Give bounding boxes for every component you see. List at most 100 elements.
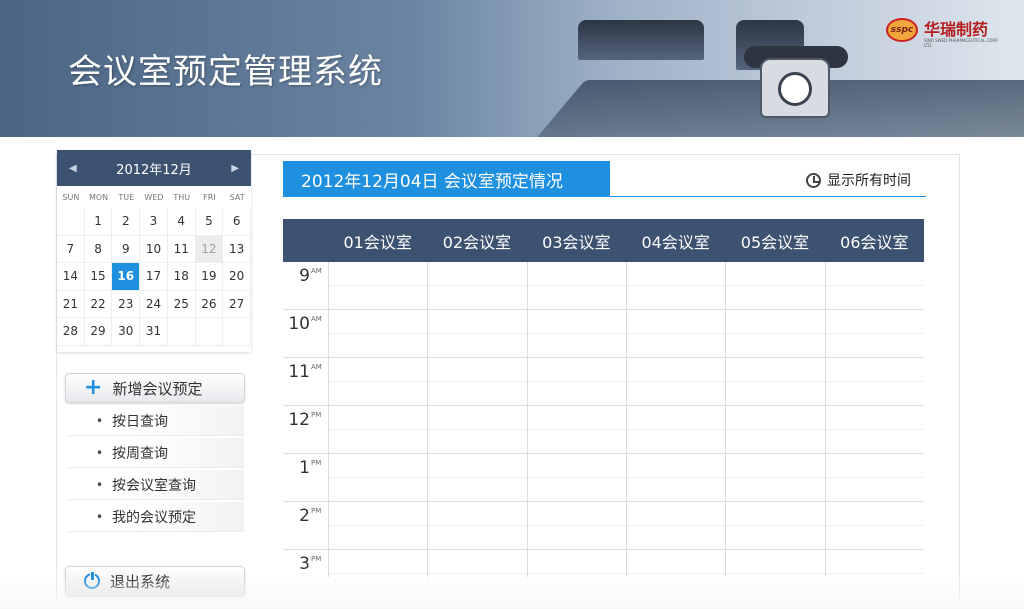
- calendar-day[interactable]: 22: [84, 290, 113, 318]
- sidebar-item-by-room[interactable]: 按会议室查询: [68, 470, 244, 500]
- calendar-day[interactable]: 1: [84, 208, 113, 236]
- calendar-day[interactable]: 8: [84, 235, 113, 263]
- calendar-day[interactable]: 16: [112, 263, 141, 291]
- booking-slot[interactable]: [626, 310, 726, 358]
- calendar-header: ◀ 2012年12月 ▶: [57, 150, 251, 186]
- phone-dial: [778, 72, 812, 106]
- calendar-day[interactable]: 17: [140, 263, 168, 291]
- calendar-day[interactable]: 9: [112, 235, 141, 263]
- calendar-day[interactable]: 23: [112, 290, 141, 318]
- calendar-day[interactable]: 5: [195, 208, 224, 236]
- calendar-day[interactable]: 14: [57, 263, 85, 291]
- sidebar-item-label: 按日查询: [112, 413, 168, 430]
- booking-slot[interactable]: [725, 262, 825, 310]
- calendar-weekdays: SUN MON TUE WED THU FRI SAT: [57, 186, 251, 208]
- next-month-icon[interactable]: ▶: [231, 163, 239, 174]
- calendar-empty-cell: [195, 318, 224, 346]
- plus-icon: +: [84, 375, 103, 400]
- new-booking-button[interactable]: + 新增会议预定: [65, 373, 245, 403]
- calendar-day[interactable]: 15: [84, 263, 113, 291]
- calendar-day[interactable]: 31: [140, 318, 168, 346]
- booking-slot[interactable]: [427, 406, 527, 454]
- booking-slot[interactable]: [824, 358, 924, 406]
- schedule-body: 9 AM 10 AM 11 AM 12 PM 1 PM 2 PM 3 PM: [283, 262, 924, 577]
- calendar-day[interactable]: 24: [140, 290, 168, 318]
- booking-slot[interactable]: [824, 262, 924, 310]
- calendar-day[interactable]: 21: [57, 290, 85, 318]
- calendar-day[interactable]: 25: [167, 290, 196, 318]
- calendar-day[interactable]: 11: [167, 235, 196, 263]
- booking-slot[interactable]: [427, 502, 527, 550]
- booking-slot[interactable]: [626, 454, 726, 502]
- booking-slot[interactable]: [427, 550, 527, 577]
- booking-slot[interactable]: [626, 502, 726, 550]
- booking-slot[interactable]: [824, 310, 924, 358]
- calendar-day[interactable]: 30: [112, 318, 141, 346]
- time-hour: 2: [299, 506, 310, 526]
- sidebar-item-by-week[interactable]: 按周查询: [68, 438, 244, 468]
- time-label-cell: 11 AM: [283, 358, 328, 406]
- calendar-day[interactable]: 28: [57, 318, 85, 346]
- calendar-day[interactable]: 4: [167, 208, 196, 236]
- calendar-day[interactable]: 7: [57, 235, 85, 263]
- time-label-cell: 9 AM: [283, 262, 328, 310]
- booking-slot[interactable]: [427, 454, 527, 502]
- booking-slot[interactable]: [328, 358, 428, 406]
- calendar-day[interactable]: 20: [223, 263, 251, 291]
- booking-slot[interactable]: [725, 406, 825, 454]
- booking-slot[interactable]: [526, 262, 627, 310]
- prev-month-icon[interactable]: ◀: [69, 163, 77, 174]
- weekday-label: MON: [88, 192, 109, 202]
- calendar-day[interactable]: 29: [84, 318, 113, 346]
- sidebar-item-by-day[interactable]: 按日查询: [68, 406, 244, 436]
- room-column-header: 04会议室: [641, 232, 710, 252]
- app-title: 会议室预定管理系统: [68, 52, 383, 92]
- booking-slot[interactable]: [328, 550, 428, 577]
- calendar-day[interactable]: 2: [112, 208, 141, 236]
- calendar-day[interactable]: 18: [167, 263, 196, 291]
- calendar-day[interactable]: 6: [223, 208, 251, 236]
- company-logo: sspc 华瑞制药 SINO SWED PHARMACEUTICAL CORP.…: [886, 14, 1006, 48]
- booking-slot[interactable]: [725, 310, 825, 358]
- booking-slot[interactable]: [526, 358, 627, 406]
- booking-slot[interactable]: [526, 454, 627, 502]
- booking-slot[interactable]: [526, 502, 627, 550]
- calendar-day[interactable]: 12: [195, 235, 224, 263]
- header-banner: 会议室预定管理系统 sspc 华瑞制药 SINO SWED PHARMACEUT…: [0, 0, 1024, 137]
- show-all-times-button[interactable]: 显示所有时间: [806, 170, 911, 190]
- booking-slot[interactable]: [824, 502, 924, 550]
- booking-slot[interactable]: [328, 310, 428, 358]
- booking-slot[interactable]: [626, 550, 726, 577]
- booking-slot[interactable]: [725, 358, 825, 406]
- time-ampm: PM: [311, 459, 322, 467]
- booking-slot[interactable]: [824, 550, 924, 577]
- booking-slot[interactable]: [526, 550, 627, 577]
- booking-slot[interactable]: [427, 310, 527, 358]
- calendar-day[interactable]: 13: [223, 235, 251, 263]
- booking-slot[interactable]: [328, 502, 428, 550]
- booking-slot[interactable]: [526, 406, 627, 454]
- booking-slot[interactable]: [328, 454, 428, 502]
- booking-slot[interactable]: [725, 550, 825, 577]
- calendar-day[interactable]: 3: [140, 208, 168, 236]
- sidebar-item-my-bookings[interactable]: 我的会议预定: [68, 502, 244, 532]
- room-header-row: 01会议室 02会议室 03会议室 04会议室 05会议室 06会议室: [283, 219, 924, 262]
- booking-slot[interactable]: [626, 406, 726, 454]
- booking-slot[interactable]: [526, 310, 627, 358]
- booking-slot[interactable]: [725, 454, 825, 502]
- booking-slot[interactable]: [427, 262, 527, 310]
- booking-slot[interactable]: [824, 406, 924, 454]
- calendar-day[interactable]: 10: [140, 235, 168, 263]
- booking-slot[interactable]: [427, 358, 527, 406]
- booking-slot[interactable]: [824, 454, 924, 502]
- booking-slot[interactable]: [626, 358, 726, 406]
- weekday-label: THU: [173, 192, 191, 202]
- calendar-day[interactable]: 19: [195, 263, 224, 291]
- booking-slot[interactable]: [328, 262, 428, 310]
- calendar-day[interactable]: 27: [223, 290, 251, 318]
- calendar-days: 1 2 3 4 5 6 7 8 9 10 11 12 13 14 15 16 17 18 19 20 21 22 23 24 2…: [57, 208, 251, 346]
- booking-slot[interactable]: [725, 502, 825, 550]
- booking-slot[interactable]: [328, 406, 428, 454]
- calendar-day[interactable]: 26: [195, 290, 224, 318]
- booking-slot[interactable]: [626, 262, 726, 310]
